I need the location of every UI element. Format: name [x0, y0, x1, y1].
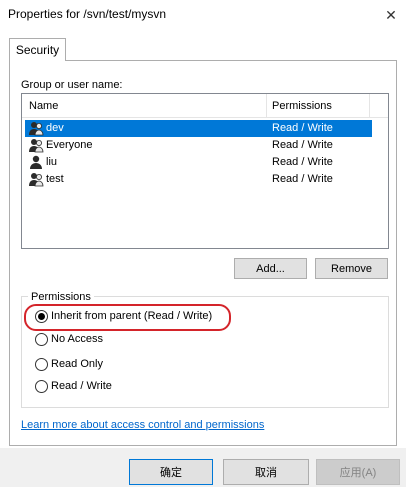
- list-item-name: test: [46, 173, 64, 185]
- list-item[interactable]: Everyone Read / Write: [25, 137, 372, 154]
- list-item[interactable]: dev Read / Write: [25, 120, 372, 137]
- close-icon[interactable]: ✕: [376, 0, 406, 30]
- group-list-label: Group or user name:: [21, 79, 123, 91]
- list-item-permission: Read / Write: [272, 156, 333, 168]
- list-item-name: Everyone: [46, 139, 93, 151]
- permissions-legend: Permissions: [28, 291, 94, 303]
- annotation-highlight: [24, 304, 231, 331]
- list-item-name: dev: [46, 122, 64, 134]
- column-divider[interactable]: [369, 94, 370, 118]
- list-item-permission: Read / Write: [272, 139, 333, 151]
- list-item-permission: Read / Write: [272, 122, 333, 134]
- ok-button[interactable]: 确定: [129, 459, 213, 485]
- radio-label: No Access: [51, 333, 103, 345]
- tab-security[interactable]: Security: [9, 38, 66, 61]
- group-icon: [29, 139, 44, 153]
- column-header-permissions[interactable]: Permissions: [272, 100, 332, 112]
- list-header: Name Permissions: [22, 94, 388, 118]
- window-title: Properties for /svn/test/mysvn: [8, 7, 167, 21]
- radio-button[interactable]: [35, 379, 48, 393]
- remove-button[interactable]: Remove: [315, 258, 388, 279]
- radio-no-access[interactable]: No Access: [35, 331, 103, 347]
- radio-label: Read Only: [51, 358, 103, 370]
- list-item[interactable]: liu Read / Write: [25, 154, 372, 171]
- radio-label: Read / Write: [51, 380, 112, 392]
- radio-button[interactable]: [35, 332, 48, 346]
- radio-read-write[interactable]: Read / Write: [35, 378, 112, 394]
- learn-more-link[interactable]: Learn more about access control and perm…: [21, 419, 264, 431]
- cancel-button[interactable]: 取消: [223, 459, 309, 485]
- column-divider[interactable]: [266, 94, 267, 118]
- group-user-list[interactable]: Name Permissions dev Read / Write Everyo…: [21, 93, 389, 249]
- title-bar: Properties for /svn/test/mysvn ✕: [0, 0, 406, 30]
- radio-read-only[interactable]: Read Only: [35, 356, 103, 372]
- list-item-name: liu: [46, 156, 58, 168]
- list-item-permission: Read / Write: [272, 173, 333, 185]
- add-button[interactable]: Add...: [234, 258, 307, 279]
- group-icon: [29, 173, 44, 187]
- list-item[interactable]: test Read / Write: [25, 171, 372, 188]
- group-icon: [29, 122, 44, 136]
- radio-button[interactable]: [35, 357, 48, 371]
- column-header-name[interactable]: Name: [29, 100, 58, 112]
- apply-button[interactable]: 应用(A): [316, 459, 400, 485]
- user-icon: [30, 155, 42, 169]
